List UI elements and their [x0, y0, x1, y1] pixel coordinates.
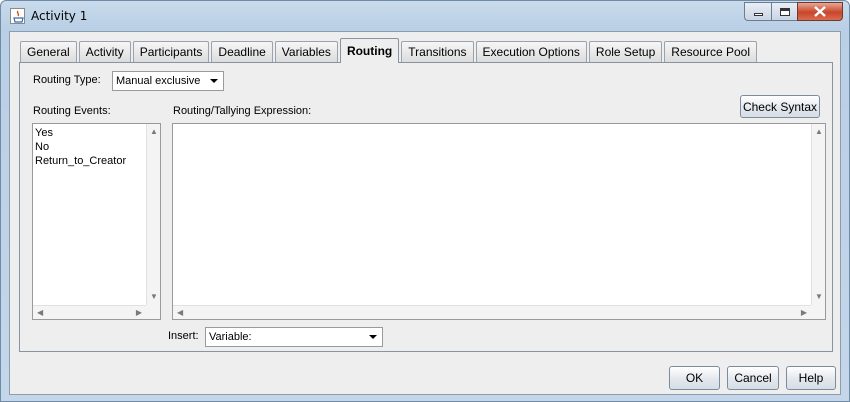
expression-textarea[interactable]: ▲ ▼ ◀ ▶	[172, 123, 826, 320]
tab-participants[interactable]: Participants	[132, 41, 210, 62]
vertical-scrollbar[interactable]: ▲ ▼	[146, 124, 160, 305]
list-item[interactable]: Return_to_Creator	[35, 154, 126, 168]
list-item[interactable]: Yes	[35, 126, 126, 140]
tab-resource-pool[interactable]: Resource Pool	[664, 41, 757, 62]
tab-general[interactable]: General	[20, 41, 77, 62]
close-button[interactable]	[797, 2, 843, 21]
minimize-icon	[753, 13, 763, 16]
routing-type-value: Manual exclusive	[116, 75, 201, 87]
vertical-scrollbar[interactable]: ▲ ▼	[811, 124, 825, 305]
horizontal-scrollbar[interactable]: ◀ ▶	[33, 305, 146, 319]
horizontal-scrollbar[interactable]: ◀ ▶	[173, 305, 811, 319]
routing-events-list[interactable]: Yes No Return_to_Creator ▲ ▼ ◀ ▶	[32, 123, 161, 320]
tab-execution-options[interactable]: Execution Options	[475, 41, 587, 62]
scroll-left-icon: ◀	[177, 308, 184, 317]
tab-activity[interactable]: Activity	[78, 41, 131, 62]
tab-role-setup[interactable]: Role Setup	[588, 41, 663, 62]
tab-strip: General Activity Participants Deadline V…	[20, 38, 759, 63]
chevron-down-icon	[364, 328, 382, 346]
insert-select[interactable]: Variable:	[205, 327, 383, 347]
close-icon	[814, 6, 826, 17]
routing-events-label: Routing Events:	[33, 105, 111, 117]
cancel-button[interactable]: Cancel	[727, 366, 779, 390]
routing-type-label: Routing Type:	[33, 74, 101, 86]
tab-transitions[interactable]: Transitions	[401, 41, 474, 62]
scroll-right-icon: ▶	[135, 308, 142, 317]
expression-label: Routing/Tallying Expression:	[173, 105, 312, 117]
routing-panel: Routing Type: Manual exclusive Routing E…	[19, 62, 833, 352]
minimize-button[interactable]	[744, 2, 771, 21]
java-app-icon	[10, 8, 25, 24]
scroll-down-icon: ▼	[150, 292, 158, 301]
tab-variables[interactable]: Variables	[274, 41, 338, 62]
title-bar[interactable]: Activity 1	[1, 1, 849, 31]
scroll-left-icon: ◀	[37, 308, 44, 317]
insert-label: Insert:	[168, 330, 199, 342]
window-title: Activity 1	[31, 9, 88, 23]
scroll-up-icon: ▲	[150, 127, 158, 136]
scroll-down-icon: ▼	[815, 292, 823, 301]
tab-deadline[interactable]: Deadline	[211, 41, 273, 62]
window-controls	[744, 2, 843, 21]
list-item[interactable]: No	[35, 140, 126, 154]
tab-routing[interactable]: Routing	[339, 38, 400, 63]
chevron-down-icon	[205, 72, 223, 90]
help-button[interactable]: Help	[786, 366, 836, 390]
ok-button[interactable]: OK	[669, 366, 720, 390]
maximize-button[interactable]	[771, 2, 797, 21]
dialog-client-area: General Activity Participants Deadline V…	[9, 31, 841, 395]
scroll-up-icon: ▲	[815, 127, 823, 136]
scroll-right-icon: ▶	[800, 308, 807, 317]
scroll-corner	[811, 305, 825, 319]
scroll-corner	[146, 305, 160, 319]
dialog-window: Activity 1 General Activity Participants…	[0, 0, 850, 402]
maximize-icon	[779, 7, 790, 16]
routing-type-select[interactable]: Manual exclusive	[112, 71, 224, 91]
check-syntax-button[interactable]: Check Syntax	[740, 95, 820, 118]
insert-value: Variable:	[209, 331, 252, 343]
